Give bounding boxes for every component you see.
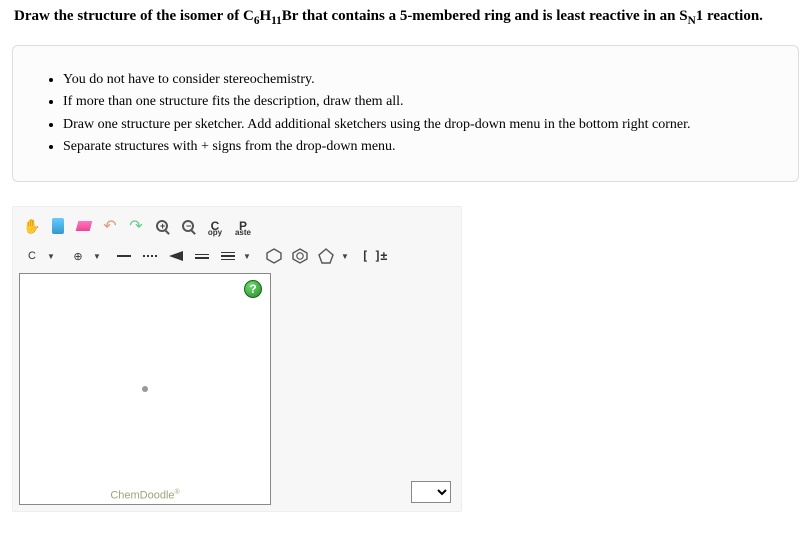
instruction-item: You do not have to consider stereochemis… — [63, 70, 772, 90]
cyclopentane-tool[interactable] — [313, 243, 339, 269]
benzene-tool[interactable] — [287, 243, 313, 269]
hexagon-icon — [266, 248, 282, 264]
add-sketcher-select[interactable] — [411, 481, 451, 503]
copy-button[interactable]: C opy — [201, 213, 229, 239]
eraser-icon — [76, 221, 93, 231]
question-prompt: Draw the structure of the isomer of C6H1… — [12, 8, 799, 27]
instruction-item: Separate structures with + signs from th… — [63, 137, 772, 157]
sketcher-panel: ✋ ↶ ↷ + − C opy P aste C ▼ ⊕ ▼ ▼ — [12, 206, 462, 512]
redo-icon: ↷ — [129, 216, 142, 236]
spray-icon — [52, 218, 64, 234]
zoom-out-button[interactable]: − — [175, 213, 201, 239]
redo-button[interactable]: ↷ — [123, 213, 149, 239]
add-dropdown[interactable]: ▼ — [91, 243, 103, 269]
wedge-icon — [169, 251, 183, 261]
pentagon-icon — [318, 248, 334, 264]
sketcher-dropdown[interactable] — [411, 481, 451, 503]
ring-dropdown[interactable]: ▼ — [339, 243, 351, 269]
help-icon: ? — [249, 282, 256, 296]
instructions-box: You do not have to consider stereochemis… — [12, 45, 799, 182]
single-bond-icon — [117, 255, 131, 257]
paste-sub: aste — [235, 228, 251, 237]
double-bond-icon — [195, 254, 209, 259]
add-tool[interactable]: ⊕ — [65, 243, 91, 269]
sketcher-canvas[interactable]: ? ChemDoodle® — [19, 273, 271, 505]
wedge-bond-tool[interactable] — [163, 243, 189, 269]
instruction-item: Draw one structure per sketcher. Add add… — [63, 115, 772, 135]
copy-sub: opy — [208, 228, 222, 237]
dotted-bond-tool[interactable] — [137, 243, 163, 269]
toolbar-bottom: C ▼ ⊕ ▼ ▼ ▼ — [17, 241, 457, 271]
toolbar-top: ✋ ↶ ↷ + − C opy P aste — [17, 211, 457, 241]
triple-bond-icon — [221, 252, 235, 261]
undo-button[interactable]: ↶ — [97, 213, 123, 239]
double-bond-tool[interactable] — [189, 243, 215, 269]
triple-bond-tool[interactable] — [215, 243, 241, 269]
dotted-bond-icon — [143, 255, 157, 257]
paste-button[interactable]: P aste — [229, 213, 257, 239]
plus-icon: ⊕ — [73, 250, 82, 263]
instruction-item: If more than one structure fits the desc… — [63, 92, 772, 112]
bond-dropdown[interactable]: ▼ — [241, 243, 253, 269]
zoom-in-icon: + — [156, 220, 168, 232]
element-label: C — [28, 250, 36, 262]
hand-icon: ✋ — [23, 218, 40, 235]
charge-tool[interactable]: [ ]± — [359, 243, 389, 269]
spray-tool[interactable] — [45, 213, 71, 239]
element-dropdown[interactable]: ▼ — [45, 243, 57, 269]
undo-icon: ↶ — [103, 216, 116, 236]
brand-label: ChemDoodle® — [110, 489, 179, 502]
benzene-icon — [292, 248, 308, 264]
zoom-out-icon: − — [182, 220, 194, 232]
single-bond-tool[interactable] — [111, 243, 137, 269]
zoom-in-button[interactable]: + — [149, 213, 175, 239]
eraser-tool[interactable] — [71, 213, 97, 239]
charge-icon: [ ]± — [362, 249, 387, 263]
help-button[interactable]: ? — [244, 280, 262, 298]
cyclohexane-tool[interactable] — [261, 243, 287, 269]
open-hand-tool[interactable]: ✋ — [19, 213, 45, 239]
canvas-cursor-dot — [142, 386, 148, 392]
element-button[interactable]: C — [19, 243, 45, 269]
